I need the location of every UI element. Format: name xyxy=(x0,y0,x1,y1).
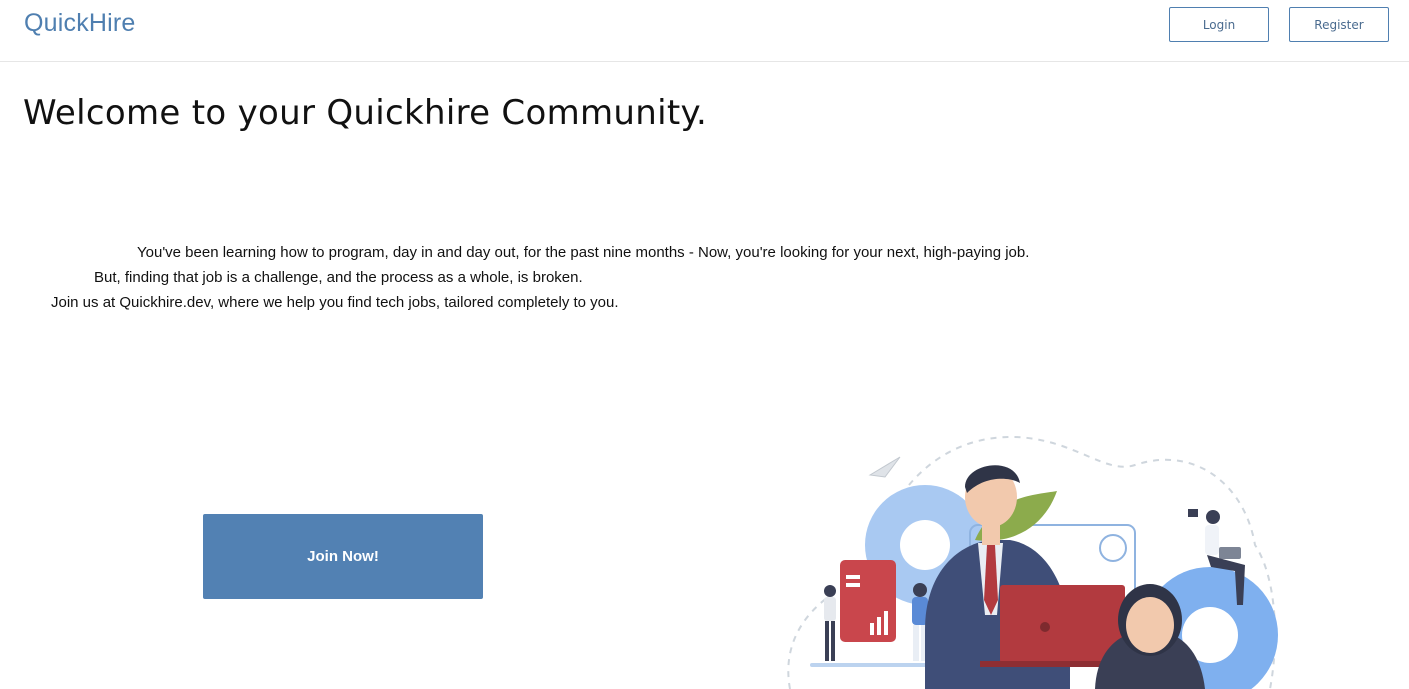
small-woman-figure xyxy=(824,585,836,661)
paper-plane-icon xyxy=(868,456,901,478)
chart-board-icon xyxy=(840,560,896,642)
intro-line-1: You've been learning how to program, day… xyxy=(137,244,1030,261)
join-now-button[interactable]: Join Now! xyxy=(203,514,483,599)
login-button[interactable]: Login xyxy=(1169,7,1269,42)
brand-logo-link[interactable]: QuickHire xyxy=(24,9,136,38)
intro-line-2: But, finding that job is a challenge, an… xyxy=(94,269,583,286)
intro-line-3: Join us at Quickhire.dev, where we help … xyxy=(51,294,619,311)
page-title: Welcome to your Quickhire Community. xyxy=(23,93,708,133)
top-navbar: QuickHire Login Register xyxy=(0,0,1409,62)
team-illustration xyxy=(787,435,1278,689)
register-button[interactable]: Register xyxy=(1289,7,1389,42)
monitor-circle xyxy=(1099,534,1127,562)
